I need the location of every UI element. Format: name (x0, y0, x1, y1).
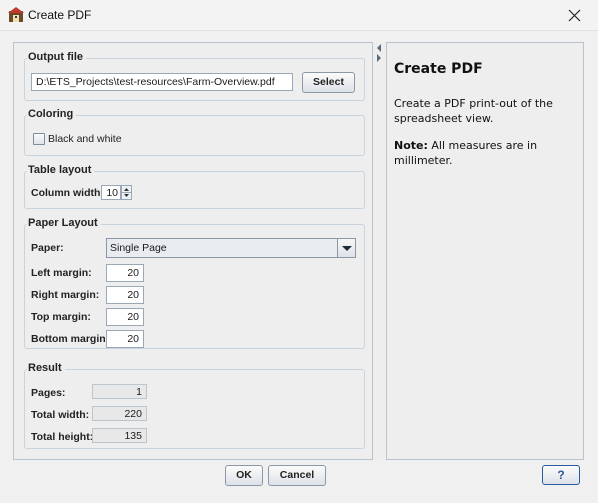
paper-select-value: Single Page (110, 242, 167, 254)
chevron-down-icon (342, 246, 352, 251)
close-icon (568, 9, 581, 22)
window-title: Create PDF (28, 8, 92, 22)
close-button[interactable] (552, 0, 598, 31)
coloring-group: Coloring Black and white (24, 108, 365, 156)
paper-layout-group: Paper Layout Paper: Single Page Left mar… (24, 217, 365, 349)
top-margin-label: Top margin: (31, 311, 91, 323)
table-layout-title: Table layout (27, 164, 95, 176)
help-description: Create a PDF print-out of the spreadshee… (394, 97, 553, 125)
left-margin-input[interactable]: 20 (106, 264, 144, 282)
pages-label: Pages: (31, 387, 66, 399)
help-button[interactable]: ? (542, 465, 580, 485)
column-width-spinner[interactable] (121, 185, 132, 200)
top-margin-input[interactable]: 20 (106, 308, 144, 326)
settings-panel: Output file D:\ETS_Projects\test-resourc… (13, 42, 373, 460)
select-button[interactable]: Select (302, 72, 355, 93)
help-panel: Create PDF Create a PDF print-out of the… (386, 42, 584, 460)
output-file-group: Output file D:\ETS_Projects\test-resourc… (24, 51, 365, 101)
right-margin-input[interactable]: 20 (106, 286, 144, 304)
help-title: Create PDF (394, 61, 483, 77)
result-group: Result Pages: 1 Total width: 220 Total h… (24, 362, 365, 449)
paper-layout-title: Paper Layout (27, 217, 101, 229)
paper-dropdown-button[interactable] (337, 239, 355, 257)
panel-splitter[interactable] (373, 42, 385, 460)
help-note-label: Note: (394, 139, 428, 152)
pages-value: 1 (92, 384, 147, 399)
column-width-label: Column width: (31, 187, 104, 199)
collapse-right-icon[interactable] (376, 54, 382, 62)
right-margin-label: Right margin: (31, 289, 100, 301)
total-width-value: 220 (92, 406, 147, 421)
output-file-path-input[interactable]: D:\ETS_Projects\test-resources\Farm-Over… (31, 73, 293, 91)
app-icon (8, 7, 24, 23)
title-bar: Create PDF (0, 0, 598, 31)
paper-label: Paper: (31, 242, 64, 254)
collapse-left-icon[interactable] (376, 44, 382, 52)
total-width-label: Total width: (31, 409, 90, 421)
left-margin-label: Left margin: (31, 267, 92, 279)
paper-select[interactable]: Single Page (106, 238, 356, 258)
black-white-label[interactable]: Black and white (48, 133, 122, 145)
bottom-margin-label: Bottom margin: (31, 333, 110, 345)
total-height-label: Total height: (31, 431, 94, 443)
cancel-button[interactable]: Cancel (268, 465, 326, 486)
ok-button[interactable]: OK (225, 465, 263, 486)
table-layout-group: Table layout Column width: 10 (24, 164, 365, 209)
output-file-title: Output file (27, 51, 86, 63)
column-width-input[interactable]: 10 (101, 185, 121, 200)
black-white-checkbox[interactable] (33, 133, 45, 145)
help-note: Note: All measures are in millimeter. (394, 138, 575, 168)
result-title: Result (27, 362, 65, 374)
total-height-value: 135 (92, 428, 147, 443)
coloring-title: Coloring (27, 108, 77, 120)
bottom-margin-input[interactable]: 20 (106, 330, 144, 348)
